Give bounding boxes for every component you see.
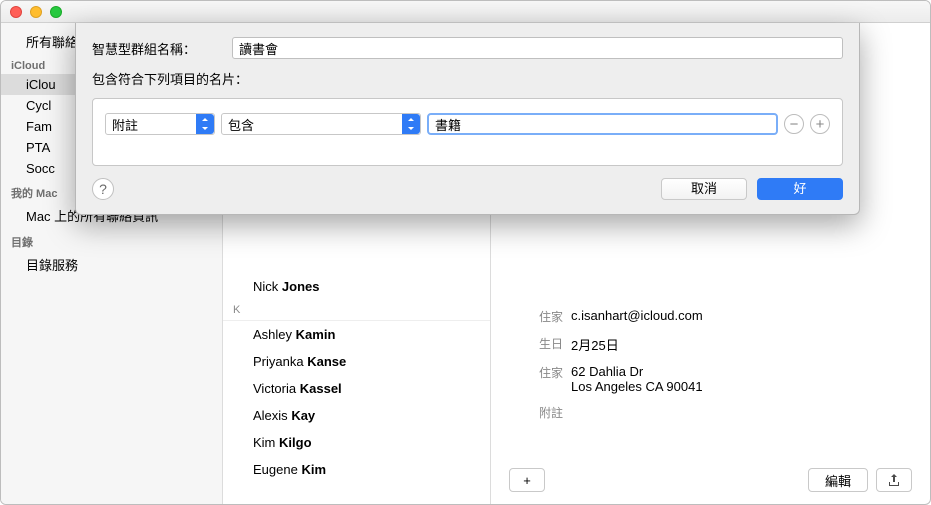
list-item[interactable]: Kim Kilgo xyxy=(223,429,490,456)
address-label: 住家 xyxy=(509,364,571,394)
help-button[interactable]: ? xyxy=(92,178,114,200)
add-button[interactable]: + xyxy=(509,468,545,492)
share-icon xyxy=(887,473,901,487)
rule-value-input[interactable] xyxy=(427,113,778,135)
add-rule-button[interactable]: + xyxy=(810,114,830,134)
minimize-icon[interactable] xyxy=(30,6,42,18)
chevron-updown-icon xyxy=(402,114,420,134)
section-letter: K xyxy=(223,300,490,321)
list-item[interactable]: Victoria Kassel xyxy=(223,375,490,402)
window-titlebar xyxy=(1,1,930,23)
list-item[interactable]: Priyanka Kanse xyxy=(223,348,490,375)
cancel-button[interactable]: 取消 xyxy=(661,178,747,200)
group-name-label: 智慧型群組名稱： xyxy=(92,39,232,58)
list-item[interactable]: Ashley Kamin xyxy=(223,321,490,348)
remove-rule-button[interactable]: − xyxy=(784,114,804,134)
note-label: 附註 xyxy=(509,404,571,421)
smart-group-dialog: 智慧型群組名稱： 包含符合下列項目的名片： 附註 包含 − xyxy=(75,23,860,215)
ok-button[interactable]: 好 xyxy=(757,178,843,200)
sidebar-section-directory: 目錄 xyxy=(1,228,222,252)
rule-op-select[interactable]: 包含 xyxy=(221,113,421,135)
share-button[interactable] xyxy=(876,468,912,492)
birthday-label: 生日 xyxy=(509,335,571,354)
sidebar-item-directory[interactable]: 目錄服務 xyxy=(1,252,222,277)
list-item[interactable]: Alexis Kay xyxy=(223,402,490,429)
birthday-value: 2月25日 xyxy=(571,335,912,354)
close-icon[interactable] xyxy=(10,6,22,18)
email-label: 住家 xyxy=(509,308,571,325)
zoom-icon[interactable] xyxy=(50,6,62,18)
group-name-input[interactable] xyxy=(232,37,843,59)
address-line: Los Angeles CA 90041 xyxy=(571,379,912,394)
email-value: c.isanhart@icloud.com xyxy=(571,308,912,325)
rule-box: 附註 包含 − + xyxy=(92,98,843,166)
list-item[interactable]: Eugene Kim xyxy=(223,456,490,483)
list-item[interactable]: Nick Jones xyxy=(223,273,490,300)
address-line: 62 Dahlia Dr xyxy=(571,364,912,379)
edit-button[interactable]: 編輯 xyxy=(808,468,868,492)
chevron-updown-icon xyxy=(196,114,214,134)
condition-label: 包含符合下列項目的名片： xyxy=(92,69,248,88)
rule-field-select[interactable]: 附註 xyxy=(105,113,215,135)
